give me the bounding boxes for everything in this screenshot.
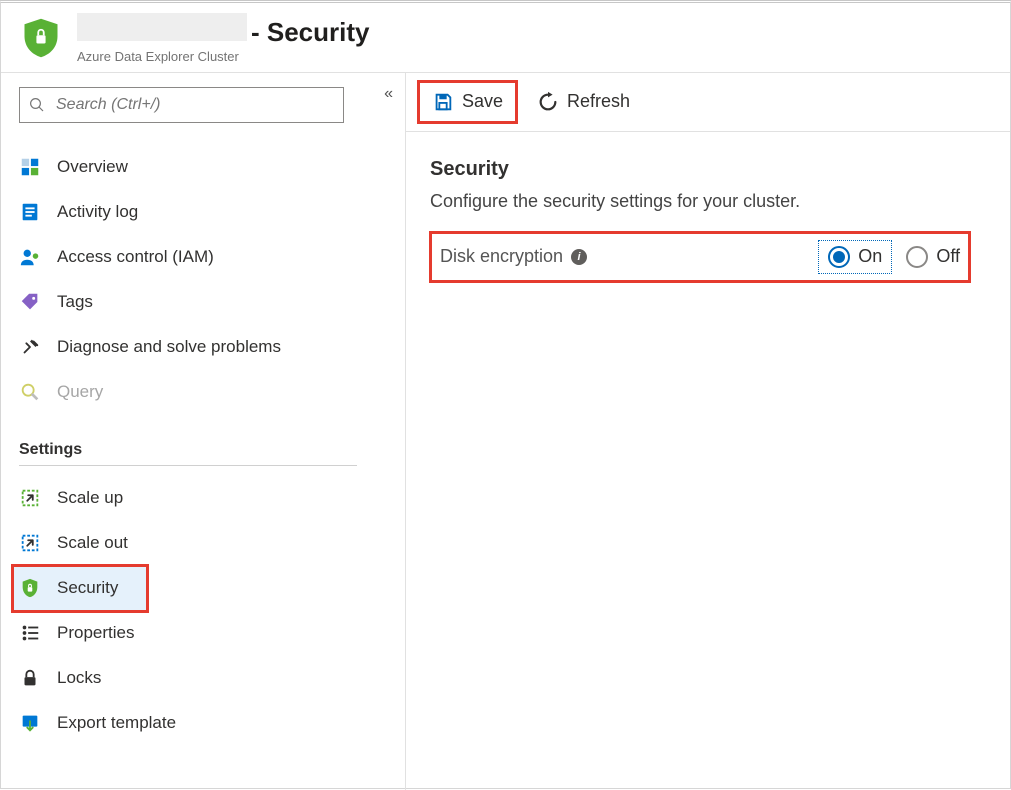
- sidebar-item-label: Tags: [57, 292, 93, 312]
- sidebar-item-access-control[interactable]: Access control (IAM): [13, 235, 361, 280]
- sidebar-item-security[interactable]: Security: [13, 566, 147, 611]
- sidebar-item-label: Scale up: [57, 488, 123, 508]
- refresh-button-label: Refresh: [567, 91, 630, 112]
- save-button[interactable]: Save: [422, 85, 513, 119]
- page-title: - Security: [251, 18, 370, 47]
- sidebar-item-scale-up[interactable]: Scale up: [13, 476, 361, 521]
- activity-log-icon: [19, 201, 41, 223]
- search-icon: [28, 96, 46, 114]
- toolbar: Save Refresh: [406, 73, 1010, 132]
- sidebar-section-settings: Settings: [19, 441, 391, 459]
- sidebar-item-label: Query: [57, 382, 103, 402]
- refresh-icon: [537, 91, 559, 113]
- resource-type: Azure Data Explorer Cluster: [77, 49, 370, 64]
- locks-icon: [19, 667, 41, 689]
- query-icon: [19, 381, 41, 403]
- setting-label-text: Disk encryption: [440, 246, 563, 267]
- sidebar-item-label: Activity log: [57, 202, 138, 222]
- main-content: Save Refresh Security Configure the secu…: [406, 73, 1010, 790]
- panel-description: Configure the security settings for your…: [430, 191, 986, 212]
- radio-on-label: On: [858, 246, 882, 267]
- sidebar-item-label: Overview: [57, 157, 128, 177]
- refresh-button[interactable]: Refresh: [527, 85, 640, 119]
- sidebar-item-export-template[interactable]: Export template: [13, 701, 361, 746]
- panel-heading: Security: [430, 158, 986, 181]
- properties-icon: [19, 622, 41, 644]
- divider: [19, 465, 357, 466]
- sidebar-item-label: Security: [57, 578, 118, 598]
- save-button-label: Save: [462, 91, 503, 112]
- info-icon[interactable]: i: [571, 249, 587, 265]
- export-template-icon: [19, 712, 41, 734]
- sidebar-item-locks[interactable]: Locks: [13, 656, 361, 701]
- sidebar-item-tags[interactable]: Tags: [13, 280, 361, 325]
- radio-on-circle: [828, 246, 850, 268]
- search-input[interactable]: [54, 95, 335, 115]
- sidebar-item-label: Diagnose and solve problems: [57, 337, 281, 357]
- sidebar-item-label: Export template: [57, 713, 176, 733]
- sidebar-item-label: Access control (IAM): [57, 247, 214, 267]
- header-text: - Security Azure Data Explorer Cluster: [77, 13, 370, 64]
- collapse-sidebar-icon[interactable]: «: [384, 85, 393, 103]
- scale-out-icon: [19, 532, 41, 554]
- sidebar-search[interactable]: [19, 87, 344, 123]
- sidebar-item-label: Locks: [57, 668, 101, 688]
- sidebar-item-activity-log[interactable]: Activity log: [13, 190, 361, 235]
- sidebar: « Overview Activity log Access control (…: [1, 73, 406, 790]
- disk-encryption-radio-group: On Off: [822, 244, 960, 270]
- sidebar-item-diagnose[interactable]: Diagnose and solve problems: [13, 325, 361, 370]
- radio-off[interactable]: Off: [906, 246, 960, 268]
- security-icon: [19, 577, 41, 599]
- overview-icon: [19, 156, 41, 178]
- security-panel: Security Configure the security settings…: [406, 132, 1010, 308]
- iam-icon: [19, 246, 41, 268]
- sidebar-item-scale-out[interactable]: Scale out: [13, 521, 361, 566]
- diagnose-icon: [19, 336, 41, 358]
- tags-icon: [19, 291, 41, 313]
- scale-up-icon: [19, 487, 41, 509]
- sidebar-item-properties[interactable]: Properties: [13, 611, 361, 656]
- shield-icon: [19, 16, 63, 60]
- sidebar-item-query[interactable]: Query: [13, 370, 361, 415]
- radio-off-label: Off: [936, 246, 960, 267]
- sidebar-item-label: Scale out: [57, 533, 128, 553]
- sidebar-item-label: Properties: [57, 623, 134, 643]
- sidebar-item-overview[interactable]: Overview: [13, 145, 361, 190]
- radio-on[interactable]: On: [822, 244, 888, 270]
- setting-label: Disk encryption i: [440, 246, 587, 267]
- disk-encryption-setting: Disk encryption i On Off: [430, 232, 970, 282]
- page-header: - Security Azure Data Explorer Cluster: [1, 3, 1010, 73]
- resource-name: [77, 13, 247, 41]
- radio-off-circle: [906, 246, 928, 268]
- save-icon: [432, 91, 454, 113]
